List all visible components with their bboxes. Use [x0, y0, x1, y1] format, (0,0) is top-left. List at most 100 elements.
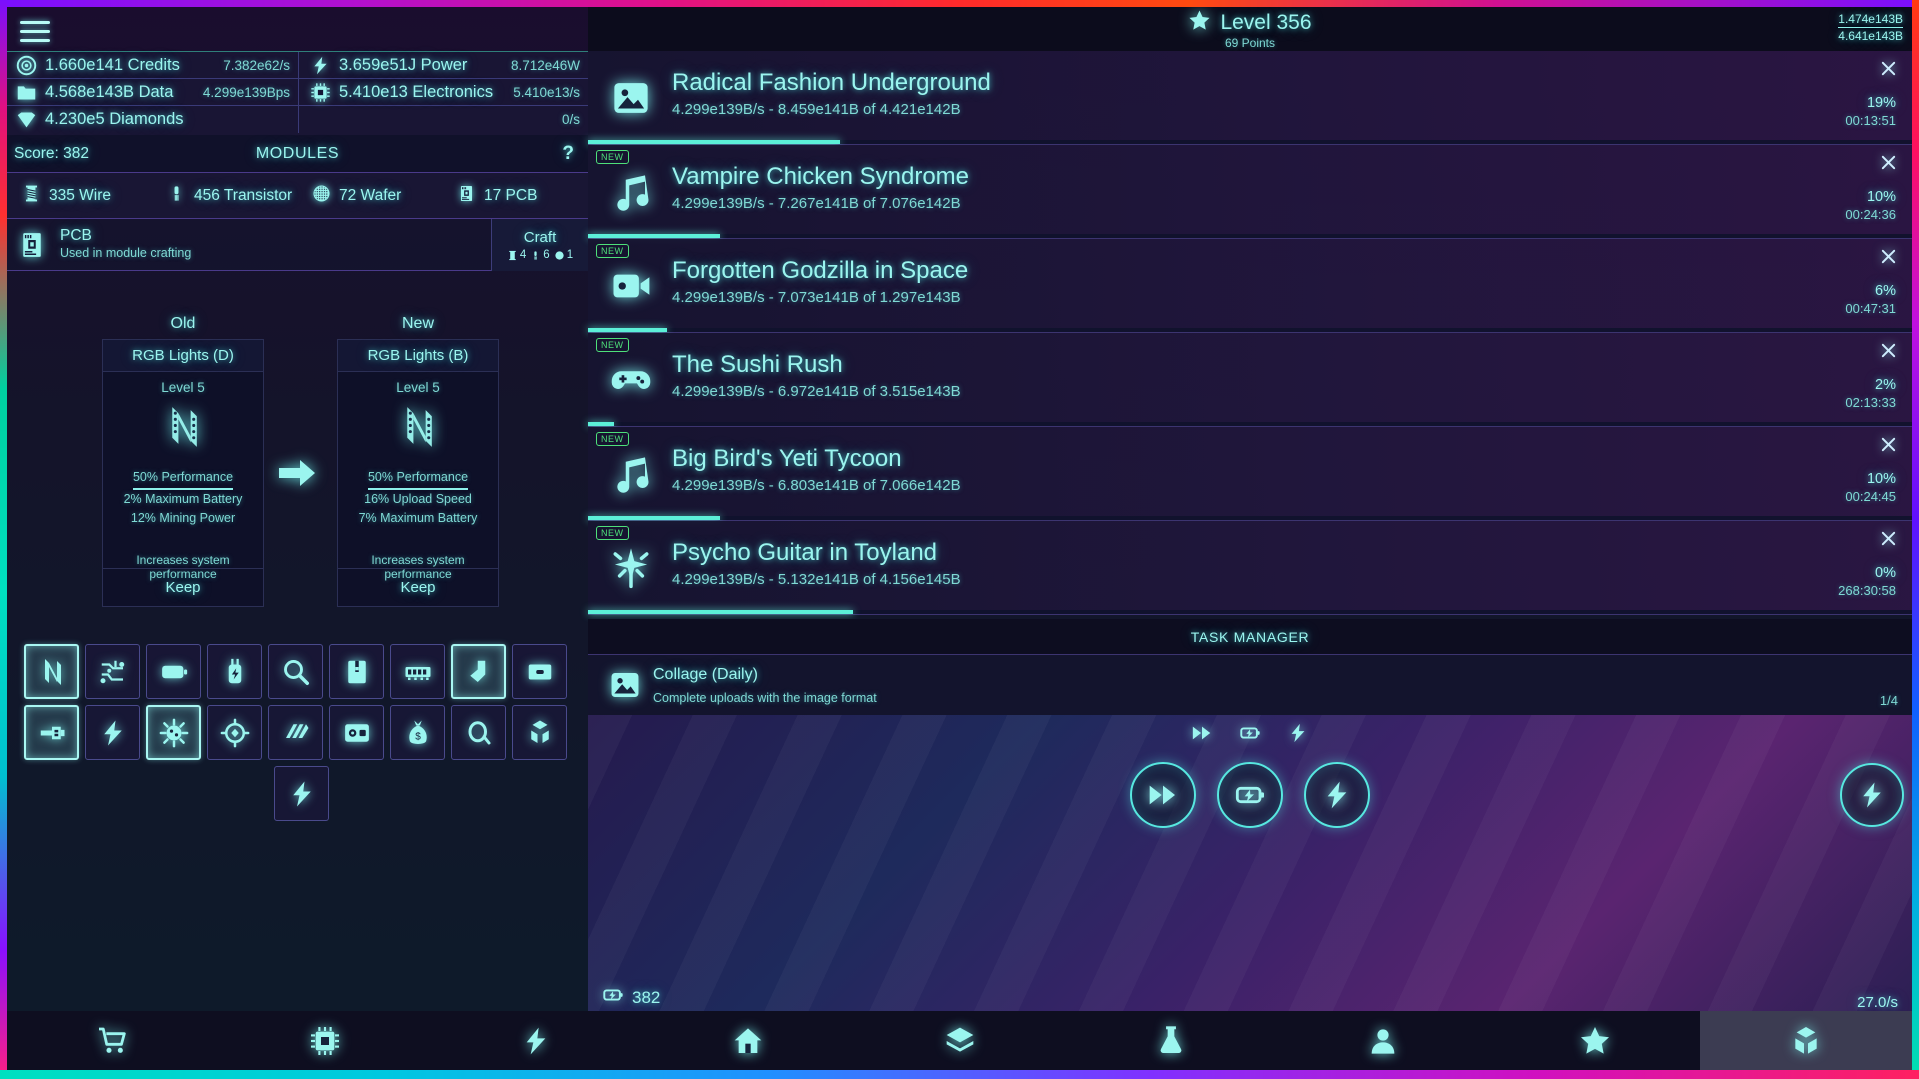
data-rate: 4.299e139Bps	[203, 85, 290, 100]
upload-percent: 10%	[1867, 189, 1896, 205]
module-slot-battery[interactable]	[146, 644, 201, 699]
folder-icon	[342, 657, 372, 687]
upload-time: 00:24:45	[1845, 489, 1896, 504]
module-slot-bolt-extra[interactable]	[274, 766, 329, 821]
module-slot-target[interactable]	[207, 705, 262, 760]
old-keep-button[interactable]: Keep	[103, 568, 263, 606]
cursor-hand-icon	[464, 657, 494, 687]
avatar-icon	[1367, 1025, 1399, 1057]
window-frame-top	[0, 0, 1919, 7]
nav-profile[interactable]	[1277, 1011, 1489, 1070]
mini-battery-boost-button[interactable]	[1237, 720, 1263, 746]
blocks-icon	[1790, 1025, 1822, 1057]
nav-modules[interactable]	[1700, 1011, 1912, 1070]
module-slot-charger[interactable]	[207, 644, 262, 699]
new-badge: NEW	[596, 526, 629, 540]
module-slot-card[interactable]	[329, 705, 384, 760]
module-slot-circuit[interactable]	[85, 644, 140, 699]
module-slot-bolt[interactable]	[85, 705, 140, 760]
module-slot-folder[interactable]	[329, 644, 384, 699]
upload-close-button[interactable]	[1878, 340, 1898, 360]
upload-item[interactable]: NEWForgotten Godzilla in Space4.299e139B…	[588, 239, 1912, 333]
pcb-icon	[17, 230, 47, 260]
new-stat-2: 7% Maximum Battery	[338, 509, 498, 528]
craft-cost-wafer: 1	[554, 249, 573, 261]
bolt-icon	[1857, 780, 1887, 810]
electronics-rate: 5.410e13/s	[513, 85, 580, 100]
module-slot-layers[interactable]	[268, 705, 323, 760]
nav-research[interactable]	[1065, 1011, 1277, 1070]
upload-percent: 0%	[1875, 565, 1896, 581]
upload-close-button[interactable]	[1878, 246, 1898, 266]
resource-row: 4.568e143B Data 4.299e139Bps 5.410e13 El…	[7, 79, 588, 106]
circuit-icon	[98, 657, 128, 687]
component-transistor: 456 Transistor	[152, 184, 297, 208]
upload-item[interactable]: NEWBig Bird's Yeti Tycoon4.299e139B/s - …	[588, 427, 1912, 521]
layers-icon	[281, 718, 311, 748]
upload-item[interactable]: NEWThe Sushi Rush4.299e139B/s - 6.972e14…	[588, 333, 1912, 427]
control-deck: 382 27.0/s	[588, 715, 1912, 1027]
upload-item[interactable]: NEWPsycho Guitar in Toyland4.299e139B/s …	[588, 521, 1912, 615]
craft-cost-wafer-amount: 1	[567, 249, 573, 261]
module-slot-cursor[interactable]	[451, 644, 506, 699]
craft-subtitle: Used in module crafting	[60, 245, 191, 262]
resource-empty: 0/s	[299, 106, 588, 133]
module-slot-rgb-lights[interactable]	[24, 644, 79, 699]
upload-time: 00:47:31	[1845, 301, 1896, 316]
module-slot-keyhole[interactable]	[451, 705, 506, 760]
charger-icon	[220, 657, 250, 687]
upload-close-button[interactable]	[1878, 58, 1898, 78]
module-slot-magnifier[interactable]	[268, 644, 323, 699]
upload-title: Vampire Chicken Syndrome	[672, 163, 969, 191]
module-slot-ram[interactable]	[390, 644, 445, 699]
upload-subtitle: 4.299e139B/s - 6.972e141B of 3.515e143B	[672, 383, 961, 400]
hamburger-menu-icon[interactable]	[15, 14, 55, 48]
module-slot-moneybag[interactable]: $	[390, 705, 445, 760]
upload-close-button[interactable]	[1878, 152, 1898, 172]
nav-achievements[interactable]	[1489, 1011, 1701, 1070]
old-stat-1: 2% Maximum Battery	[103, 490, 263, 509]
battery-bolt-icon	[1234, 779, 1266, 811]
rgb-lights-icon	[338, 404, 498, 452]
nav-uploads[interactable]	[854, 1011, 1066, 1070]
old-module-card: RGB Lights (D) Level 5 50% Performance 2…	[102, 339, 264, 607]
module-slot-wrench[interactable]	[24, 705, 79, 760]
fast-forward-button[interactable]	[1130, 762, 1196, 828]
component-wafer-label: 72 Wafer	[339, 187, 401, 205]
upload-close-button[interactable]	[1878, 528, 1898, 548]
old-module-stats: 50% Performance 2% Maximum Battery 12% M…	[103, 468, 263, 528]
battery-icon	[159, 657, 189, 687]
upload-close-button[interactable]	[1878, 434, 1898, 454]
upload-progress-fill	[588, 422, 614, 426]
keyhole-icon	[464, 718, 494, 748]
nav-hardware[interactable]	[219, 1011, 431, 1070]
craft-cost-transistor: 6	[530, 249, 549, 261]
nav-power[interactable]	[430, 1011, 642, 1070]
upload-progress-track	[588, 140, 1912, 144]
app-header: Level 356 69 Points 1.474e143B 4.641e143…	[588, 7, 1912, 51]
credits-rate: 7.382e62/s	[223, 58, 290, 73]
battery-boost-button[interactable]	[1217, 762, 1283, 828]
component-pcb: 17 PCB	[442, 184, 587, 208]
old-module-level: Level 5	[103, 380, 263, 395]
help-icon[interactable]: ?	[562, 143, 574, 165]
resource-electronics: 5.410e13 Electronics 5.410e13/s	[299, 79, 588, 105]
module-slot-blocks[interactable]	[512, 705, 567, 760]
mini-fast-forward-button[interactable]	[1189, 720, 1215, 746]
nav-shop[interactable]	[7, 1011, 219, 1070]
power-button[interactable]	[1304, 762, 1370, 828]
boost-button[interactable]	[1840, 763, 1904, 827]
module-slot-drive[interactable]	[512, 644, 567, 699]
upload-progress-fill	[588, 328, 667, 332]
nav-home[interactable]	[642, 1011, 854, 1070]
craft-button[interactable]: Craft 4 6 1	[491, 219, 588, 271]
upload-item[interactable]: Radical Fashion Underground4.299e139B/s …	[588, 51, 1912, 145]
mini-power-button[interactable]	[1285, 720, 1311, 746]
task-row[interactable]: Collage (Daily) Complete uploads with th…	[588, 655, 1912, 715]
sparkle-icon	[608, 545, 654, 591]
new-badge: NEW	[596, 150, 629, 164]
upload-item[interactable]: NEWVampire Chicken Syndrome4.299e139B/s …	[588, 145, 1912, 239]
module-slot-virus[interactable]	[146, 705, 201, 760]
video-icon	[608, 263, 654, 309]
new-keep-button[interactable]: Keep	[338, 568, 498, 606]
